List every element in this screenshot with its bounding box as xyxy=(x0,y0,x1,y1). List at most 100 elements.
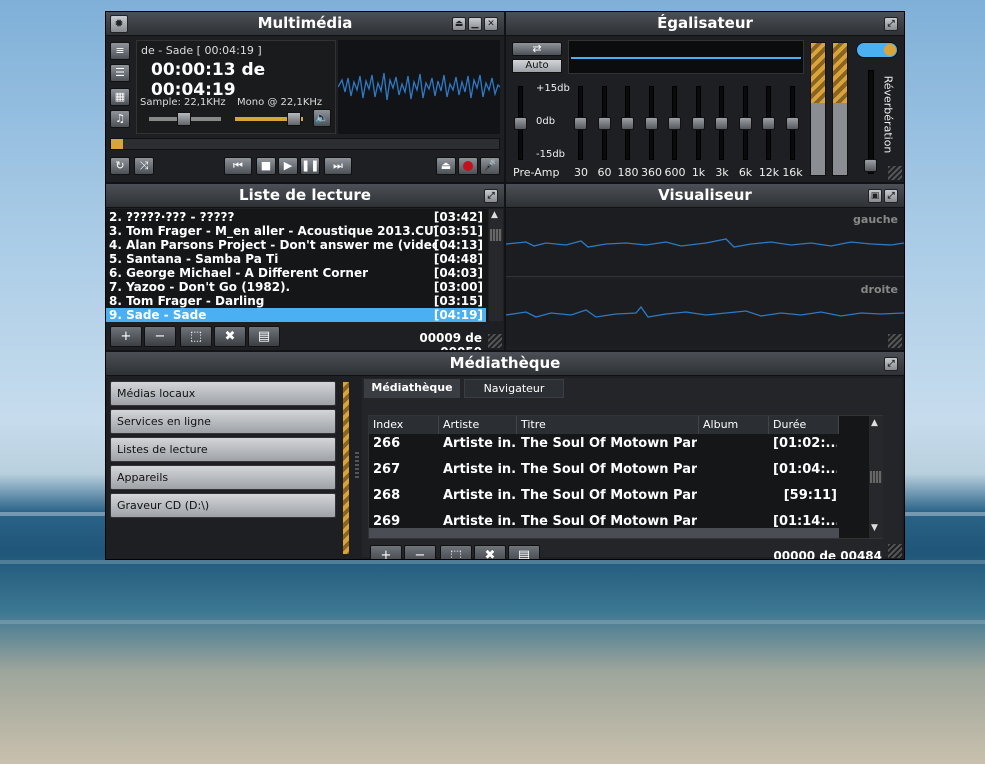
playlist-scrollbar[interactable]: ▲ xyxy=(489,209,503,321)
sidebar-item[interactable]: Graveur CD (D:\) xyxy=(110,493,336,518)
playlist-item[interactable]: 9. Sade - Sade [04:19] xyxy=(106,308,486,322)
resize-grip[interactable] xyxy=(888,334,902,348)
reverb-toggle[interactable] xyxy=(856,42,898,58)
column-title[interactable]: Titre xyxy=(517,416,699,434)
select-icon[interactable]: ⬚ xyxy=(180,326,212,347)
previous-icon[interactable]: ⏮ xyxy=(224,157,252,175)
visualizer-settings-icon[interactable]: ▣ xyxy=(868,189,882,203)
scroll-thumb[interactable] xyxy=(490,229,502,241)
eq-band-knob[interactable] xyxy=(574,117,587,130)
shuffle-icon[interactable]: ⤨ xyxy=(134,157,154,175)
microphone-icon[interactable]: 🎤 xyxy=(480,157,500,175)
eject-icon[interactable]: ⏏ xyxy=(436,157,456,175)
eject-window-icon[interactable]: ⏏ xyxy=(452,17,466,31)
playlist-item[interactable]: 5. Santana - Samba Pa Ti [04:48] xyxy=(106,252,486,266)
settings-icon[interactable]: ✹ xyxy=(110,15,128,33)
repeat-icon[interactable]: ↻ xyxy=(110,157,130,175)
eq-band-knob[interactable] xyxy=(644,117,658,130)
undock-icon[interactable]: ⤢ xyxy=(884,357,898,371)
column-duration[interactable]: Durée xyxy=(769,416,839,434)
eq-band-knob[interactable] xyxy=(715,117,728,130)
balance-slider[interactable] xyxy=(149,112,221,126)
next-icon[interactable]: ⏭ xyxy=(324,157,352,175)
close-icon[interactable]: ✕ xyxy=(484,17,498,31)
tools-icon[interactable]: ✖ xyxy=(214,326,246,347)
table-row[interactable]: 268 Artiste in... The Soul Of Motown Part … xyxy=(369,488,839,512)
remove-icon[interactable]: − xyxy=(404,545,436,559)
tab-navigateur[interactable]: Navigateur xyxy=(464,379,564,398)
stop-icon[interactable]: ■ xyxy=(256,157,276,175)
reverb-knob[interactable] xyxy=(864,159,877,172)
playlist-item[interactable]: 3. Tom Frager - M_en aller - Acoustique … xyxy=(106,224,486,238)
library-scrollbar[interactable]: ▲ ▼ xyxy=(869,416,883,538)
splitter-handle[interactable] xyxy=(355,452,359,478)
undock-icon[interactable]: ⤢ xyxy=(884,17,898,31)
undock-icon[interactable]: ⤢ xyxy=(884,189,898,203)
minimize-icon[interactable]: ▁ xyxy=(468,17,482,31)
preamp-knob[interactable] xyxy=(514,117,527,130)
music-icon[interactable]: ♫ xyxy=(110,110,130,128)
reverb-slider[interactable] xyxy=(864,70,877,174)
playlist-item[interactable]: 4. Alan Parsons Project - Don't answer m… xyxy=(106,238,486,252)
eq-band-slider[interactable] xyxy=(574,86,587,160)
sidebar-item[interactable]: Services en ligne xyxy=(110,409,336,434)
document-icon[interactable]: ▤ xyxy=(508,545,540,559)
eq-band-knob[interactable] xyxy=(762,117,775,130)
list-icon[interactable]: ☰ xyxy=(110,64,130,82)
eq-band-slider[interactable] xyxy=(738,86,752,160)
table-row[interactable]: 266 Artiste in... The Soul Of Motown Part … xyxy=(369,436,839,460)
eq-band-knob[interactable] xyxy=(738,117,752,130)
undock-icon[interactable]: ⤢ xyxy=(484,189,498,203)
sidebar-item[interactable]: Médias locaux xyxy=(110,381,336,406)
pause-icon[interactable]: ❚❚ xyxy=(300,157,320,175)
tools-icon[interactable]: ✖ xyxy=(474,545,506,559)
playlist-item[interactable]: 8. Tom Frager - Darling [03:15] xyxy=(106,294,486,308)
sidebar-item[interactable]: Appareils xyxy=(110,465,336,490)
playlist-item[interactable]: 6. George Michael - A Different Corner [0… xyxy=(106,266,486,280)
resize-grip[interactable] xyxy=(488,334,502,348)
add-icon[interactable]: + xyxy=(370,545,402,559)
eq-preset-icon[interactable]: ⇄ xyxy=(512,42,562,56)
eq-band-knob[interactable] xyxy=(668,117,681,130)
speaker-icon[interactable]: 🔈 xyxy=(313,109,331,127)
eq-band-knob[interactable] xyxy=(621,117,634,130)
volume-slider[interactable] xyxy=(235,112,303,126)
scroll-thumb[interactable] xyxy=(870,471,882,483)
eq-band-slider[interactable] xyxy=(621,86,634,160)
tab-mediatheque[interactable]: Médiathèque xyxy=(364,379,460,398)
play-icon[interactable]: ▶ xyxy=(278,157,298,175)
video-icon[interactable]: ▦ xyxy=(110,88,130,106)
column-index[interactable]: Index xyxy=(369,416,439,434)
scroll-up-icon[interactable]: ▲ xyxy=(491,210,498,220)
preamp-slider[interactable] xyxy=(514,86,527,160)
record-icon[interactable] xyxy=(458,157,478,175)
resize-grip[interactable] xyxy=(888,544,902,558)
auto-button[interactable]: Auto xyxy=(512,59,562,73)
column-album[interactable]: Album xyxy=(699,416,769,434)
eq-band-knob[interactable] xyxy=(597,117,611,130)
eq-band-knob[interactable] xyxy=(691,117,705,130)
scroll-up-icon[interactable]: ▲ xyxy=(871,418,878,428)
eq-band-slider[interactable] xyxy=(644,86,658,160)
scroll-down-icon[interactable]: ▼ xyxy=(871,523,878,533)
eq-band-slider[interactable] xyxy=(668,86,681,160)
column-artist[interactable]: Artiste xyxy=(439,416,517,434)
remove-icon[interactable]: − xyxy=(144,326,176,347)
reverb-toggle-knob[interactable] xyxy=(884,44,896,56)
eq-band-slider[interactable] xyxy=(715,86,728,160)
volume-knob[interactable] xyxy=(287,112,301,126)
table-row-partial[interactable] xyxy=(369,528,839,538)
mixer-icon[interactable]: ≡ xyxy=(110,42,130,60)
eq-band-slider[interactable] xyxy=(691,86,705,160)
eq-band-slider[interactable] xyxy=(785,86,799,160)
seek-bar[interactable] xyxy=(110,138,500,150)
table-row[interactable]: 267 Artiste in... The Soul Of Motown Part … xyxy=(369,462,839,486)
sidebar-item[interactable]: Listes de lecture xyxy=(110,437,336,462)
playlist-item[interactable]: 2. ?????·??? - ????? [03:42] xyxy=(106,210,486,224)
playlist-item[interactable]: 7. Yazoo - Don't Go (1982). [03:00] xyxy=(106,280,486,294)
add-icon[interactable]: + xyxy=(110,326,142,347)
balance-knob[interactable] xyxy=(177,112,191,126)
eq-band-knob[interactable] xyxy=(785,117,799,130)
resize-grip[interactable] xyxy=(888,166,902,180)
document-icon[interactable]: ▤ xyxy=(248,326,280,347)
